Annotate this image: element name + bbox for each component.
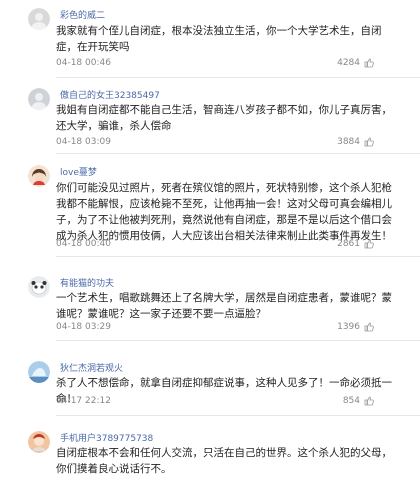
divider [56,256,420,257]
like-count: 1396 [337,322,360,332]
comment-date: 04-18 03:29 [56,322,111,332]
like-count: 4284 [337,58,360,68]
avatar[interactable] [28,88,50,110]
like-count: 854 [342,396,360,406]
avatar[interactable] [28,431,50,453]
comment-text: 我家就有个侄儿自闭症，根本没法独立生活，你一个大学艺术生，自闭症，在开玩笑吗 [56,25,382,53]
avatar[interactable] [28,165,50,187]
divider [56,153,420,154]
comment-date: 04-18 03:09 [56,137,111,147]
thumbs-up-icon[interactable] [364,322,374,332]
comment-item: 有能猫的功夫 一个艺术生，唱歌跳舞还上了名牌大学，居然是自闭症患者，蒙谁呢？蒙谁… [0,268,420,342]
like-count: 3884 [337,137,360,147]
thumbs-up-icon[interactable] [364,396,374,406]
comment-item: love蔓梦 你们可能没见过照片，死者在殡仪馆的照片，死状特别惨，这个杀人犯枪我… [0,157,420,257]
like-count: 2861 [337,239,360,249]
thumbs-up-icon[interactable] [364,239,374,249]
comment-text: 你们可能没见过照片，死者在殡仪馆的照片，死状特别惨，这个杀人犯枪我都不能解恨，应… [56,182,392,242]
comment-item: 傲自己的女王32385497 我姐有自闭症都不能自己生活，智商连八岁孩子都不如，… [0,80,420,155]
comment-date: 04-18 00:40 [56,239,111,249]
comment-text: 我姐有自闭症都不能自己生活，智商连八岁孩子都不如，你儿子真厉害，还大学，骗谁，杀… [56,104,392,132]
username[interactable]: 彩色的威二 [60,8,105,21]
thumbs-up-icon[interactable] [364,137,374,147]
username[interactable]: 狄仁杰洞若观火 [60,361,123,374]
username[interactable]: 傲自己的女王32385497 [60,88,160,101]
username[interactable]: love蔓梦 [60,165,97,178]
comment-date: 04-17 22:12 [56,396,111,406]
divider [56,340,420,341]
comment-date: 04-18 00:46 [56,58,111,68]
thumbs-up-icon[interactable] [364,58,374,68]
username[interactable]: 手机用户3789775738 [60,431,153,444]
divider [56,415,420,416]
avatar[interactable] [28,276,50,298]
comment-item: 手机用户3789775738 自闭症根本不会和任何人交流，只活在自己的世界。这个… [0,425,420,480]
avatar[interactable] [28,8,50,30]
avatar[interactable] [28,361,50,383]
comment-item: 彩色的威二 我家就有个侄儿自闭症，根本没法独立生活，你一个大学艺术生，自闭症，在… [0,0,420,78]
comment-item: 狄仁杰洞若观火 杀了人不想偿命，就拿自闭症抑郁症说事，这种人见多了！一命必须抵一… [0,355,420,420]
comment-text: 自闭症根本不会和任何人交流，只活在自己的世界。这个杀人犯的父母，你们摸着良心说话… [56,447,392,475]
username[interactable]: 有能猫的功夫 [60,276,114,289]
divider [56,77,420,78]
comment-text: 一个艺术生，唱歌跳舞还上了名牌大学，居然是自闭症患者，蒙谁呢？蒙谁呢？蒙谁呢？这… [56,292,392,320]
